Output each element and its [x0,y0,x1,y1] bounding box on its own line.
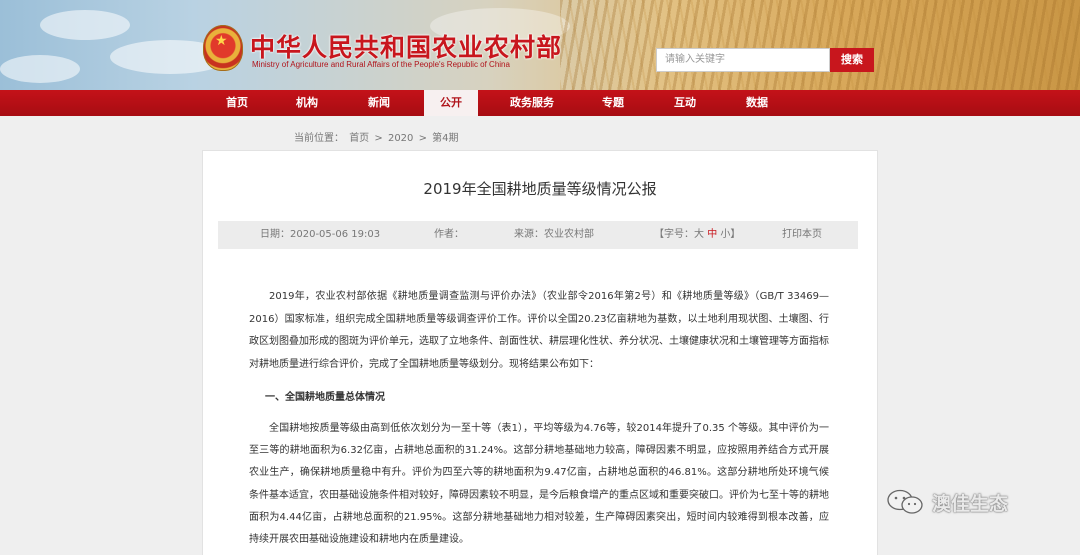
nav-item-data[interactable]: 数据 [734,90,780,116]
site-subtitle: Ministry of Agriculture and Rural Affair… [252,60,510,69]
print-page-link[interactable]: 打印本页 [782,221,822,249]
article-paragraph: 全国耕地按质量等级由高到低依次划分为一至十等（表1），平均等级为4.76等，较2… [249,423,829,546]
breadcrumb-item-year[interactable]: 2020 [388,133,413,144]
font-size-large-link[interactable]: 大 [694,229,704,240]
article-meta-bar: 日期：2020-05-06 19:03 作者： 来源：农业农村部 【字号：大 中… [218,221,858,249]
search-button[interactable]: 搜索 [830,48,874,72]
font-size-small-link[interactable]: 小 [720,229,730,240]
font-size-control: 【字号：大 中 小】 [654,221,740,249]
nav-item-public[interactable]: 公开 [424,90,478,116]
cloud-decoration [0,55,80,83]
search-input[interactable]: 请输入关键字 [656,48,830,72]
article-source: 来源：农业农村部 [514,229,594,240]
wheat-field-background [560,0,1080,90]
nav-item-institutions[interactable]: 机构 [284,90,330,116]
breadcrumb-separator: > [374,133,383,144]
nav-item-topics[interactable]: 专题 [590,90,636,116]
nav-item-home[interactable]: 首页 [214,90,260,116]
section-heading: 一、全国耕地质量总体情况 [265,392,385,403]
main-nav: 首页 机构 新闻 公开 政务服务 专题 互动 数据 [0,90,1080,116]
wechat-icon [887,489,923,514]
article-date: 日期：2020-05-06 19:03 [260,229,381,240]
article-body: 2019年，农业农村部依据《耕地质量调查监测与评价办法》（农业部令2016年第2… [249,286,829,376]
breadcrumb: 当前位置： 首页 > 2020 > 第4期 [294,129,461,144]
star-icon: ★ [215,33,228,49]
site-title[interactable]: 中华人民共和国农业农村部 [250,28,562,64]
article-paragraph: 2019年，农业农村部依据《耕地质量调查监测与评价办法》（农业部令2016年第2… [249,291,829,370]
nav-item-services[interactable]: 政务服务 [496,90,568,116]
breadcrumb-item-issue[interactable]: 第4期 [432,133,458,144]
article-author: 作者： [434,229,464,240]
font-size-medium-link[interactable]: 中 [707,229,717,240]
breadcrumb-item-home[interactable]: 首页 [349,133,369,144]
nav-item-interaction[interactable]: 互动 [662,90,708,116]
font-size-suffix: 】 [730,229,741,240]
cloud-decoration [40,10,130,40]
article-title: 2019年全国耕地质量等级情况公报 [423,180,657,198]
watermark-text: 澳佳生态 [932,493,1009,515]
breadcrumb-prefix: 当前位置： [294,133,344,144]
font-size-prefix: 【字号： [654,229,694,240]
breadcrumb-separator: > [418,133,427,144]
nav-item-news[interactable]: 新闻 [356,90,402,116]
